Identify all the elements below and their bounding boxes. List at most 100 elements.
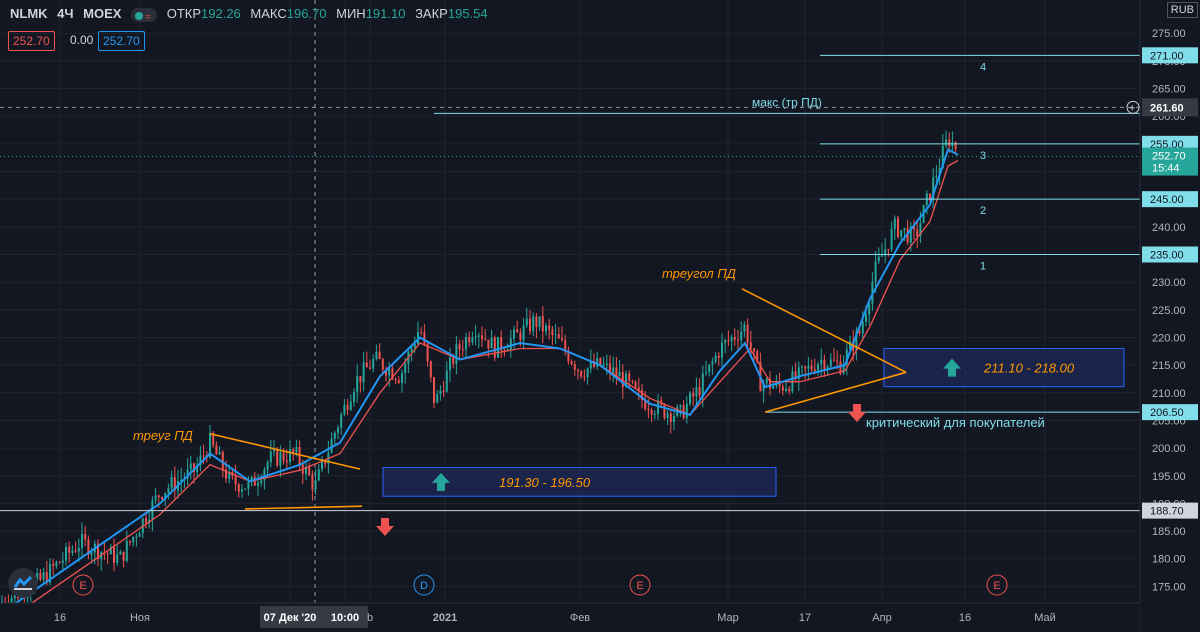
close-label: ЗАКР <box>415 6 448 21</box>
candle-body <box>285 460 288 463</box>
candle-body <box>954 142 957 150</box>
candle-body <box>586 368 589 378</box>
candle-body <box>945 139 947 146</box>
candle-body <box>449 357 451 371</box>
candle-body <box>260 480 263 483</box>
candle-body <box>685 403 688 419</box>
symbol-label[interactable]: NLMK <box>10 6 48 21</box>
time-tick-label: 16 <box>959 612 971 624</box>
candle-body <box>733 336 736 340</box>
candle-body <box>189 463 192 470</box>
candle-body <box>74 550 77 552</box>
candle-body <box>596 357 599 367</box>
candle-body <box>820 359 823 365</box>
candle-body <box>333 432 336 439</box>
candle-body <box>276 449 279 466</box>
candle-body <box>202 455 205 457</box>
candle-body <box>701 373 704 396</box>
candle-body <box>532 316 535 332</box>
candle-body <box>410 347 413 352</box>
candle-body <box>433 377 435 403</box>
candle-body <box>612 367 615 374</box>
candle-body <box>289 449 291 463</box>
candle-body <box>381 359 384 370</box>
candle-body <box>81 533 83 548</box>
candle-body <box>161 497 163 500</box>
candle-body <box>628 373 631 381</box>
candle-body <box>132 537 135 543</box>
tradingview-logo-icon[interactable] <box>8 568 38 598</box>
candle-body <box>602 364 605 366</box>
candle-body <box>823 359 826 371</box>
candle-body <box>125 541 128 561</box>
zone-label: 211.10 - 218.00 <box>983 361 1075 376</box>
candle-body <box>705 372 707 374</box>
candle-body <box>244 488 247 490</box>
candle-body <box>874 261 877 283</box>
interval-label[interactable]: 4Ч <box>57 6 73 21</box>
price-tick-label: 195.00 <box>1152 471 1186 483</box>
price-chart[interactable]: 191.30 - 196.50211.10 - 218.004321макс (… <box>0 0 1200 632</box>
chart-background <box>0 0 1200 632</box>
price-tick-label: 275.00 <box>1152 28 1186 40</box>
candle-body <box>551 329 554 336</box>
candle-body <box>452 357 455 364</box>
candle-body <box>442 390 445 392</box>
triangle-label: треугол ПД <box>662 266 736 281</box>
event-marker-glyph: D <box>420 580 428 592</box>
candle-body <box>157 495 160 498</box>
candle-body <box>724 340 727 343</box>
candle-body <box>634 381 637 388</box>
candle-body <box>548 325 551 330</box>
candle-body <box>801 366 803 368</box>
candle-body <box>138 533 141 537</box>
zone-label: 191.30 - 196.50 <box>499 475 591 490</box>
candle-body <box>474 336 477 338</box>
candle-body <box>554 334 557 336</box>
candle-body <box>369 367 371 369</box>
candle-body <box>308 467 311 476</box>
candle-body <box>804 366 807 369</box>
candle-body <box>916 229 919 236</box>
candle-body <box>580 370 583 377</box>
candle-body <box>106 553 109 555</box>
candle-body <box>401 372 403 383</box>
candle-body <box>445 370 448 392</box>
candle-body <box>893 218 896 230</box>
candle-body <box>241 489 243 492</box>
candle-body <box>829 359 832 367</box>
buy-button[interactable]: 252.70 <box>98 31 145 51</box>
candle-body <box>881 255 883 257</box>
market-status-icon: ≈ <box>131 7 158 23</box>
price-level-tag-label: 245.00 <box>1150 194 1184 206</box>
sell-button[interactable]: 252.70 <box>8 31 55 51</box>
candle-body <box>145 518 147 524</box>
candle-body <box>743 324 746 332</box>
candle-body <box>948 139 951 147</box>
price-tick-label: 265.00 <box>1152 84 1186 96</box>
event-marker-glyph: E <box>636 580 643 592</box>
candle-body <box>471 337 474 343</box>
crosshair-price-label: 261.60 <box>1150 102 1184 114</box>
candle-body <box>234 475 237 485</box>
candle-body <box>781 386 784 391</box>
candle-body <box>570 361 573 365</box>
candle-body <box>356 375 359 393</box>
candle-body <box>497 337 499 358</box>
price-tick-label: 240.00 <box>1152 222 1186 234</box>
candle-body <box>557 334 560 339</box>
time-tick-label: Апр <box>872 612 891 624</box>
currency-badge[interactable]: RUB <box>1166 2 1198 18</box>
price-tick-label: 200.00 <box>1152 443 1186 455</box>
candle-body <box>692 392 695 397</box>
candle-body <box>679 405 682 407</box>
candle-body <box>273 449 275 452</box>
high-label: МАКС <box>250 6 287 21</box>
low-label: МИН <box>336 6 366 21</box>
candle-body <box>378 351 381 360</box>
triangle-label: треуг ПД <box>133 428 193 443</box>
candle-body <box>247 481 250 489</box>
candle-body <box>935 175 938 178</box>
time-tick-label: Ноя <box>130 612 150 624</box>
candle-body <box>513 329 515 339</box>
